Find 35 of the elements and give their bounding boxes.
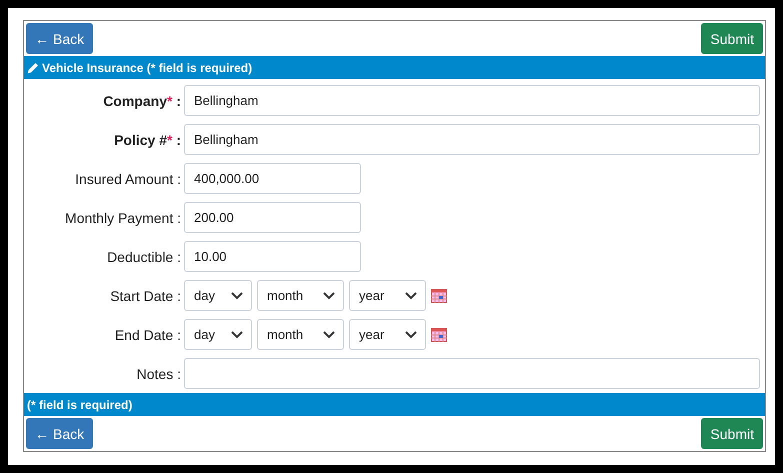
submit-button[interactable]: Submit [701,418,763,449]
chevron-icon [231,330,243,338]
back-button[interactable]: ← Back [26,418,94,449]
back-button[interactable]: ← Back [26,23,94,54]
footer-note: (* field is required) [27,398,132,412]
calendar-icon[interactable] [431,328,447,342]
chevron-icon [405,292,417,300]
calendar-icon[interactable] [431,288,447,302]
pencil-icon [27,62,39,74]
text-field[interactable]: 200.00 [184,202,361,233]
dropdown[interactable]: year [349,280,426,311]
dropdown[interactable]: month [257,319,344,350]
chevron-icon [323,330,335,338]
dropdown[interactable]: year [349,319,426,350]
field-label: End Date : [114,326,181,342]
field-label: Deductible : [106,248,181,264]
field-label: Monthly Payment : [64,210,181,226]
field-label: Policy #* : [113,132,181,148]
field-label: Company* : [102,92,181,108]
section-title: Vehicle Insurance (* field is required) [42,60,252,74]
text-field[interactable]: 10.00 [184,241,361,272]
chevron-icon [405,330,417,338]
dropdown[interactable]: day [184,280,252,311]
field-label: Insured Amount : [74,170,181,186]
submit-button[interactable]: Submit [701,23,763,54]
field-label: Start Date : [109,288,181,304]
field-label: Notes : [136,366,181,382]
text-field[interactable] [184,358,760,389]
dropdown[interactable]: day [184,319,252,350]
chevron-icon [231,292,243,300]
text-field[interactable]: Bellingham [184,85,760,116]
text-field[interactable]: 400,000.00 [184,163,361,194]
text-field[interactable]: Bellingham [184,124,760,155]
dropdown[interactable]: month [257,280,344,311]
chevron-icon [323,292,335,300]
